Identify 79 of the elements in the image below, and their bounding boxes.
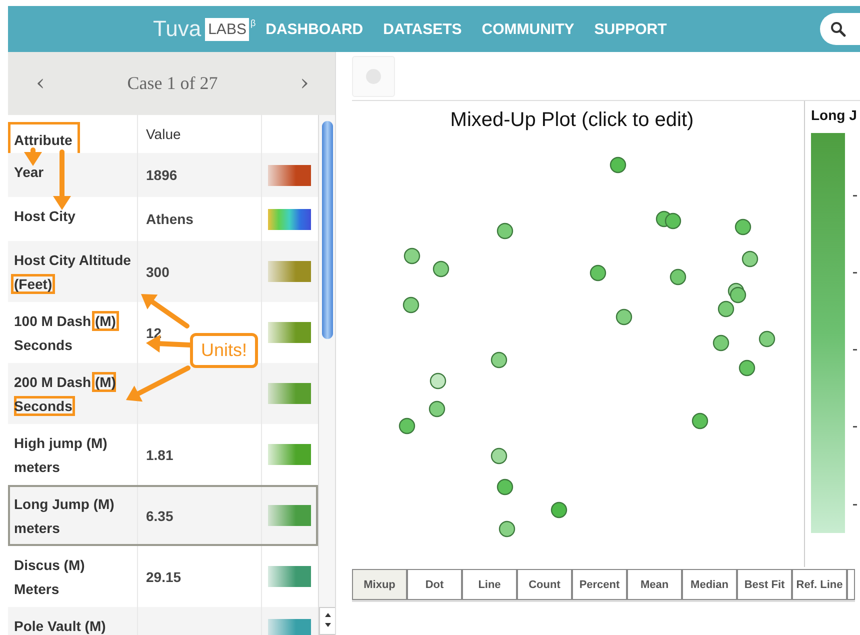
next-case-button[interactable]: › <box>294 71 315 96</box>
scrollbar-thumb[interactable] <box>322 121 333 339</box>
plot-type-button[interactable]: Mixup <box>352 569 407 600</box>
data-point[interactable] <box>490 352 508 368</box>
data-point[interactable] <box>404 248 420 264</box>
attribute-value: 1896 <box>146 167 178 183</box>
annotation-arrow <box>53 150 71 210</box>
attribute-name: Long Jump (M) meters <box>14 495 116 538</box>
data-point[interactable] <box>610 156 626 174</box>
data-point[interactable] <box>428 400 446 418</box>
attribute-name: Host City <box>14 207 76 226</box>
data-point[interactable] <box>490 448 508 464</box>
data-point[interactable] <box>730 286 746 304</box>
color-scale-swatch[interactable] <box>268 566 311 587</box>
color-scale-swatch[interactable] <box>268 322 311 343</box>
attribute-name: Discus (M) Meters <box>14 556 86 599</box>
attribute-name: Year <box>14 163 44 182</box>
color-scale-swatch[interactable] <box>268 261 311 282</box>
search-icon <box>830 21 846 37</box>
color-scale-swatch[interactable] <box>268 383 311 404</box>
table-row[interactable]: Year 1896 <box>8 153 318 197</box>
data-point[interactable] <box>692 412 708 430</box>
color-scale-swatch[interactable] <box>268 505 311 526</box>
attribute-value: 29.15 <box>146 568 182 584</box>
plot-type-button[interactable]: Count <box>517 569 572 600</box>
annotation-arrow <box>24 148 42 166</box>
attribute-name: Host City Altitude (Feet) <box>14 248 133 296</box>
data-point[interactable] <box>742 250 758 268</box>
units-callout: Units! <box>190 333 258 368</box>
data-point[interactable] <box>712 334 730 352</box>
search-field[interactable] <box>820 13 860 45</box>
data-point[interactable] <box>664 212 682 230</box>
plot-type-button[interactable]: Ref. Line <box>792 569 847 600</box>
annotation-arrow <box>141 294 190 328</box>
plot-type-button[interactable]: Line <box>462 569 517 600</box>
case-counter: Case 1 of 27 <box>127 73 218 94</box>
data-point[interactable] <box>734 218 752 236</box>
attribute-value: 6.35 <box>146 508 174 524</box>
plot-type-button[interactable]: Best Fit <box>737 569 792 600</box>
data-point[interactable] <box>432 260 450 278</box>
data-point[interactable] <box>402 296 420 314</box>
data-point[interactable] <box>496 222 514 240</box>
attribute-name: 100 M Dash (M) Seconds <box>14 309 133 357</box>
color-scale-swatch[interactable] <box>268 164 311 186</box>
attribute-name: Pole Vault (M) <box>14 617 106 635</box>
data-point[interactable] <box>496 478 514 496</box>
annotation-arrow <box>126 366 190 402</box>
table-row[interactable]: Pole Vault (M) <box>8 607 318 635</box>
attribute-value: 1.81 <box>146 446 174 462</box>
attribute-value: Athens <box>146 211 194 227</box>
scrollbar[interactable] <box>318 115 335 635</box>
table-row[interactable]: Long Jump (M) meters 6.35 <box>8 485 318 546</box>
data-point[interactable] <box>550 502 568 518</box>
column-header: Value <box>146 126 181 142</box>
plot-type-button[interactable] <box>847 569 855 600</box>
data-point[interactable] <box>758 330 776 348</box>
color-scale-swatch[interactable] <box>268 444 311 465</box>
data-point[interactable] <box>498 520 516 538</box>
legend-title: Long J <box>811 107 857 123</box>
logo[interactable]: Tuva LABS β <box>153 16 256 42</box>
attribute-name: High jump (M) meters <box>14 434 108 477</box>
plot-type-button[interactable]: Dot <box>407 569 462 600</box>
data-point[interactable] <box>398 418 416 434</box>
color-scale-swatch[interactable] <box>268 208 311 230</box>
plot-type-button[interactable]: Percent <box>572 569 627 600</box>
data-point[interactable] <box>590 264 606 282</box>
data-point[interactable] <box>718 300 734 318</box>
previous-case-button[interactable]: ‹ <box>30 71 51 96</box>
data-point[interactable] <box>616 308 632 326</box>
data-point[interactable] <box>738 360 756 376</box>
attribute-value: 300 <box>146 264 170 280</box>
table-row[interactable]: Host City Altitude (Feet) 300 <box>8 241 318 302</box>
scroll-arrows[interactable] <box>319 607 335 635</box>
data-point[interactable] <box>430 372 446 390</box>
plot-title[interactable]: Mixed-Up Plot (click to edit) <box>450 109 694 135</box>
plot-type-button[interactable]: Mean <box>627 569 682 600</box>
color-scale-swatch[interactable] <box>268 618 311 635</box>
data-point[interactable] <box>670 268 686 286</box>
plot-type-button[interactable]: Median <box>682 569 737 600</box>
